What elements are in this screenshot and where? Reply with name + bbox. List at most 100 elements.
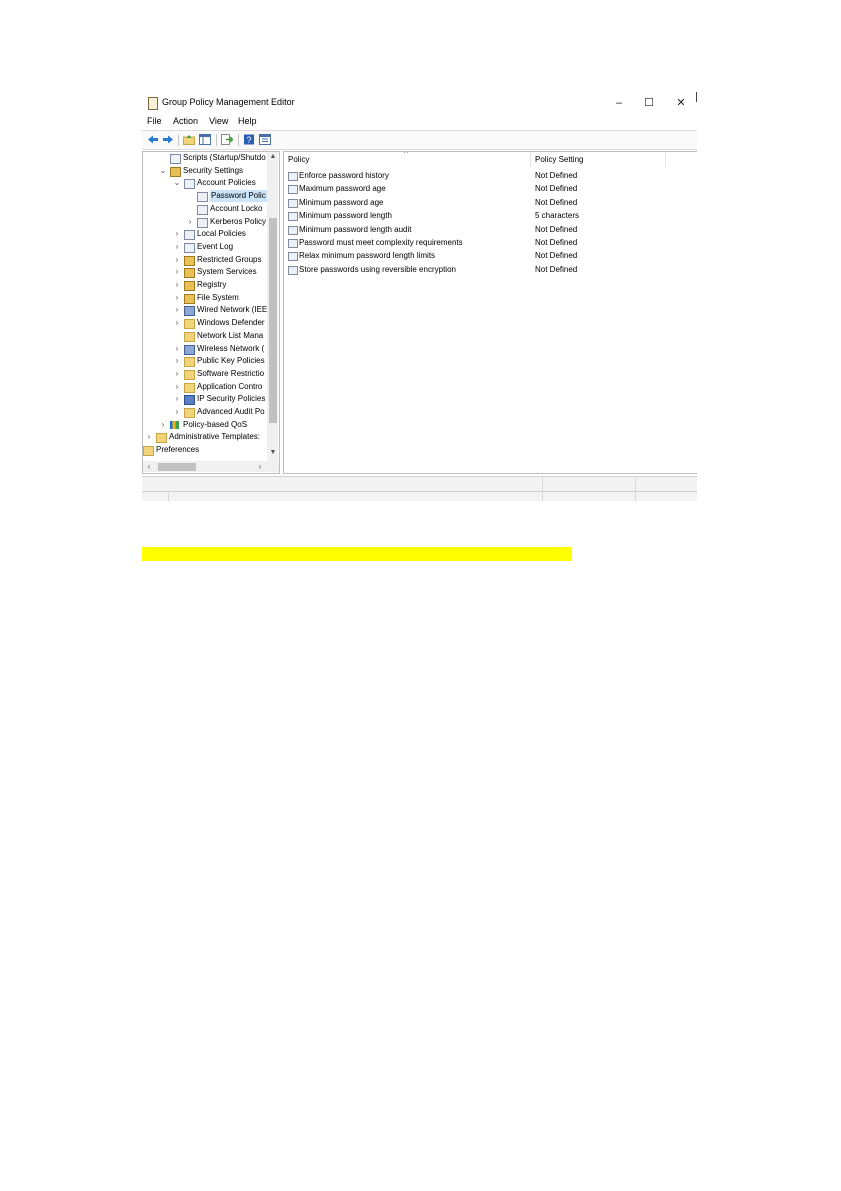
tree-chevron[interactable]: › xyxy=(173,266,181,278)
policy-setting-icon xyxy=(288,265,298,275)
tree-chevron[interactable]: › xyxy=(186,216,194,228)
policy-name: Relax minimum password length limits xyxy=(299,251,436,261)
policy-name: Password must meet complexity requiremen… xyxy=(299,238,463,247)
policy-doc-icon xyxy=(197,192,208,203)
tree-chevron[interactable]: › xyxy=(145,431,153,443)
menu-action[interactable]: Action xyxy=(173,116,198,126)
policy-row[interactable]: Enforce password history Not Defined xyxy=(284,169,697,182)
up-folder-icon[interactable] xyxy=(183,134,195,145)
menu-file[interactable]: File xyxy=(147,116,162,126)
tree-item-label: Software Restrictio xyxy=(197,368,265,378)
tree-chevron[interactable]: › xyxy=(173,343,181,355)
lock-folder-icon xyxy=(184,293,195,304)
scroll-up-icon[interactable]: ▲ xyxy=(268,153,278,163)
column-header-policy[interactable]: Policy xyxy=(288,152,309,167)
window-title: Group Policy Management Editor xyxy=(162,97,295,107)
policy-name: Minimum password length xyxy=(299,211,392,221)
show-hide-tree-icon[interactable] xyxy=(199,134,211,145)
maximize-button[interactable]: ☐ xyxy=(634,94,664,112)
policy-value: Not Defined xyxy=(535,224,578,234)
minimize-button[interactable]: – xyxy=(604,94,634,112)
forward-icon[interactable] xyxy=(162,134,174,145)
folder-icon xyxy=(184,382,195,393)
policy-name: Enforce password history xyxy=(299,171,389,180)
tree-item-label: Account Locko xyxy=(210,203,263,213)
policy-row[interactable]: Relax minimum password length limits Not… xyxy=(284,249,697,262)
policy-value: Not Defined xyxy=(535,171,578,180)
policy-doc-icon xyxy=(197,217,208,228)
tree-horizontal-scroll-thumb[interactable] xyxy=(158,463,196,471)
tree-chevron[interactable]: › xyxy=(173,241,181,253)
policy-row[interactable]: Minimum password length audit Not Define… xyxy=(284,223,697,236)
policy-value: Not Defined xyxy=(535,238,578,247)
lock-folder-icon xyxy=(184,255,195,266)
tree-chevron[interactable]: › xyxy=(173,254,181,266)
tree-chevron[interactable]: › xyxy=(173,279,181,291)
network-icon xyxy=(184,306,195,317)
tree-item-label: Event Log xyxy=(197,241,234,251)
policy-doc-icon xyxy=(197,204,208,215)
tree-chevron[interactable]: › xyxy=(173,304,181,316)
policy-row[interactable]: Maximum password age Not Defined xyxy=(284,182,697,195)
lock-folder-icon xyxy=(184,268,195,279)
tree-item-label: Registry xyxy=(197,280,227,289)
status-bar-divider xyxy=(168,491,169,501)
scroll-right-icon[interactable]: › xyxy=(255,461,265,472)
menu-help[interactable]: Help xyxy=(238,116,257,126)
scroll-left-icon[interactable]: ‹ xyxy=(144,461,154,472)
policy-doc-icon xyxy=(184,179,195,190)
toolbar-separator xyxy=(216,134,217,146)
tree-chevron[interactable]: › xyxy=(173,355,181,367)
toolbar-separator xyxy=(238,134,239,146)
menu-bar: File Action View Help xyxy=(142,115,697,129)
security-lock-icon xyxy=(170,166,181,177)
menu-view[interactable]: View xyxy=(209,116,228,126)
back-icon[interactable] xyxy=(147,134,159,145)
properties-icon[interactable] xyxy=(259,134,271,145)
help-icon[interactable]: ? xyxy=(243,134,255,145)
export-list-icon[interactable] xyxy=(221,134,233,145)
policy-setting-icon xyxy=(288,252,298,262)
tree-chevron[interactable]: › xyxy=(173,406,181,418)
tree-item-label: Restricted Groups xyxy=(197,254,262,264)
tree-chevron[interactable]: › xyxy=(173,292,181,304)
tree-item-label: Wireless Network ( xyxy=(197,343,265,353)
tree-item-label: Kerberos Policy xyxy=(210,216,267,226)
close-button[interactable]: ✕ xyxy=(666,94,696,112)
folder-icon xyxy=(184,319,195,330)
tree-chevron[interactable]: › xyxy=(173,368,181,380)
tree-item-label: Network List Mana xyxy=(197,330,264,340)
tree-chevron[interactable]: › xyxy=(173,228,181,240)
tree-vertical-scroll-thumb[interactable] xyxy=(269,218,277,423)
status-bar-divider xyxy=(635,477,636,501)
tree-item-label: File System xyxy=(197,292,239,302)
policy-row[interactable]: Minimum password age Not Defined xyxy=(284,196,697,209)
tree-chevron[interactable]: › xyxy=(173,393,181,405)
folder-icon xyxy=(156,433,167,444)
column-divider[interactable] xyxy=(530,152,531,167)
tree-item-label: Preferences xyxy=(156,445,200,455)
tree-chevron[interactable]: › xyxy=(173,381,181,393)
scroll-down-icon[interactable]: ▼ xyxy=(268,449,278,459)
tree-chevron[interactable]: › xyxy=(173,317,181,329)
policy-doc-icon xyxy=(184,242,195,253)
policy-row[interactable]: Store passwords using reversible encrypt… xyxy=(284,263,697,276)
tree-chevron[interactable]: ⌄ xyxy=(159,165,167,177)
tree-chevron[interactable]: › xyxy=(159,419,167,431)
console-tree[interactable]: Scripts (Startup/Shutdo ⌄ Security Setti… xyxy=(142,151,280,474)
policy-value: Not Defined xyxy=(535,197,578,207)
policy-name: Minimum password age xyxy=(299,197,384,207)
policy-value: Not Defined xyxy=(535,251,578,261)
policy-row[interactable]: Minimum password length 5 characters xyxy=(284,209,697,222)
status-bar-divider xyxy=(142,491,697,492)
tree-item-label: Account Policies xyxy=(197,178,256,188)
policy-row[interactable]: Password must meet complexity requiremen… xyxy=(284,236,697,249)
tree-item-label: Policy-based QoS xyxy=(183,419,248,429)
column-header-policy-setting[interactable]: Policy Setting xyxy=(535,152,583,167)
folder-icon xyxy=(184,357,195,368)
policy-name: Store passwords using reversible encrypt… xyxy=(299,264,456,274)
column-divider[interactable] xyxy=(665,152,666,167)
status-bar-divider xyxy=(542,477,543,501)
tree-chevron[interactable]: ⌄ xyxy=(173,177,181,189)
title-bar[interactable]: Group Policy Management Editor – ☐ ✕ xyxy=(142,92,697,114)
